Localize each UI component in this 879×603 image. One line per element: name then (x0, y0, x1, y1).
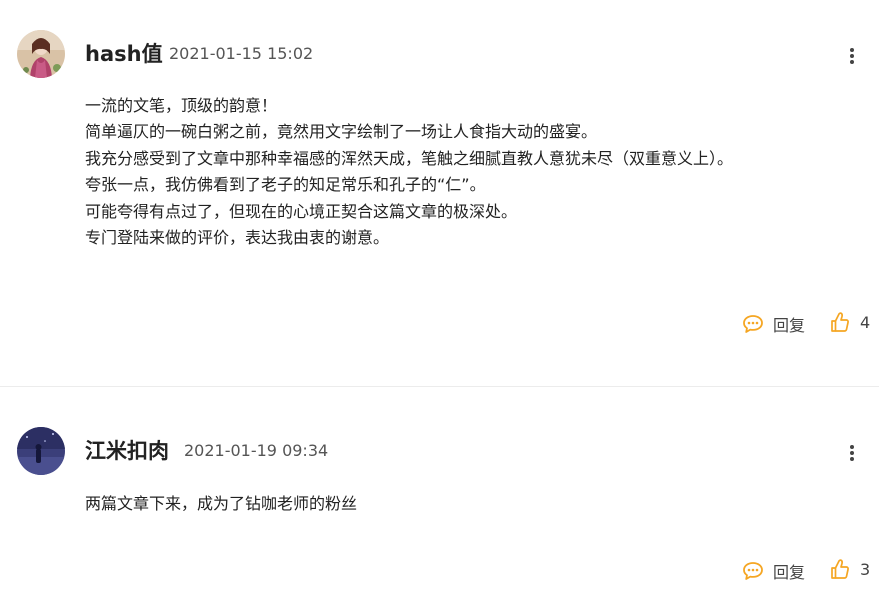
like-count: 3 (860, 559, 871, 579)
comment-body: 两篇文章下来，成为了钻咖老师的粉丝 (85, 491, 357, 517)
comment-bubble-icon (743, 315, 763, 333)
reply-label: 回复 (773, 563, 806, 582)
like-count: 4 (860, 312, 871, 332)
reply-button[interactable]: 回复 (742, 312, 805, 336)
more-options-icon[interactable] (842, 441, 862, 465)
reply-button[interactable]: 回复 (742, 559, 805, 583)
avatar[interactable] (17, 427, 65, 475)
comment-bubble-icon (743, 562, 763, 580)
comment-line: 专门登陆来做的评价，表达我由衷的谢意。 (85, 228, 390, 248)
comment-body: 一流的文笔，顶级的韵意！ 简单逼仄的一碗白粥之前，竟然用文字绘制了一场让人食指大… (85, 93, 733, 251)
comment-line: 我充分感受到了文章中那种幸福感的浑然天成，笔触之细腻直教人意犹未尽（双重意义上）… (85, 148, 734, 168)
thumbs-up-icon (831, 312, 849, 332)
timestamp: 2021-01-15 15:02 (169, 44, 314, 63)
avatar-night-icon (17, 427, 65, 475)
reply-label: 回复 (773, 316, 806, 335)
comment-line: 两篇文章下来，成为了钻咖老师的粉丝 (85, 494, 358, 513)
comment-line: 夸张一点，我仿佛看到了老子的知足常乐和孔子的“仁”。 (85, 175, 486, 195)
divider (0, 386, 879, 387)
comment-line: 简单逼仄的一碗白粥之前，竟然用文字绘制了一场让人食指大动的盛宴。 (85, 122, 598, 142)
comment-line: 一流的文笔，顶级的韵意！ (85, 96, 278, 115)
avatar-girl-icon (17, 30, 65, 78)
timestamp: 2021-01-19 09:34 (184, 441, 329, 460)
avatar[interactable] (17, 30, 65, 78)
username[interactable]: hash值 (85, 42, 163, 66)
thumbs-up-icon (831, 559, 849, 579)
like-button[interactable]: 4 (830, 311, 870, 333)
more-options-icon[interactable] (842, 44, 862, 68)
comment-line: 可能夸得有点过了，但现在的心境正契合这篇文章的极深处。 (85, 201, 518, 221)
like-button[interactable]: 3 (830, 558, 870, 580)
username[interactable]: 江米扣肉 (85, 439, 169, 463)
